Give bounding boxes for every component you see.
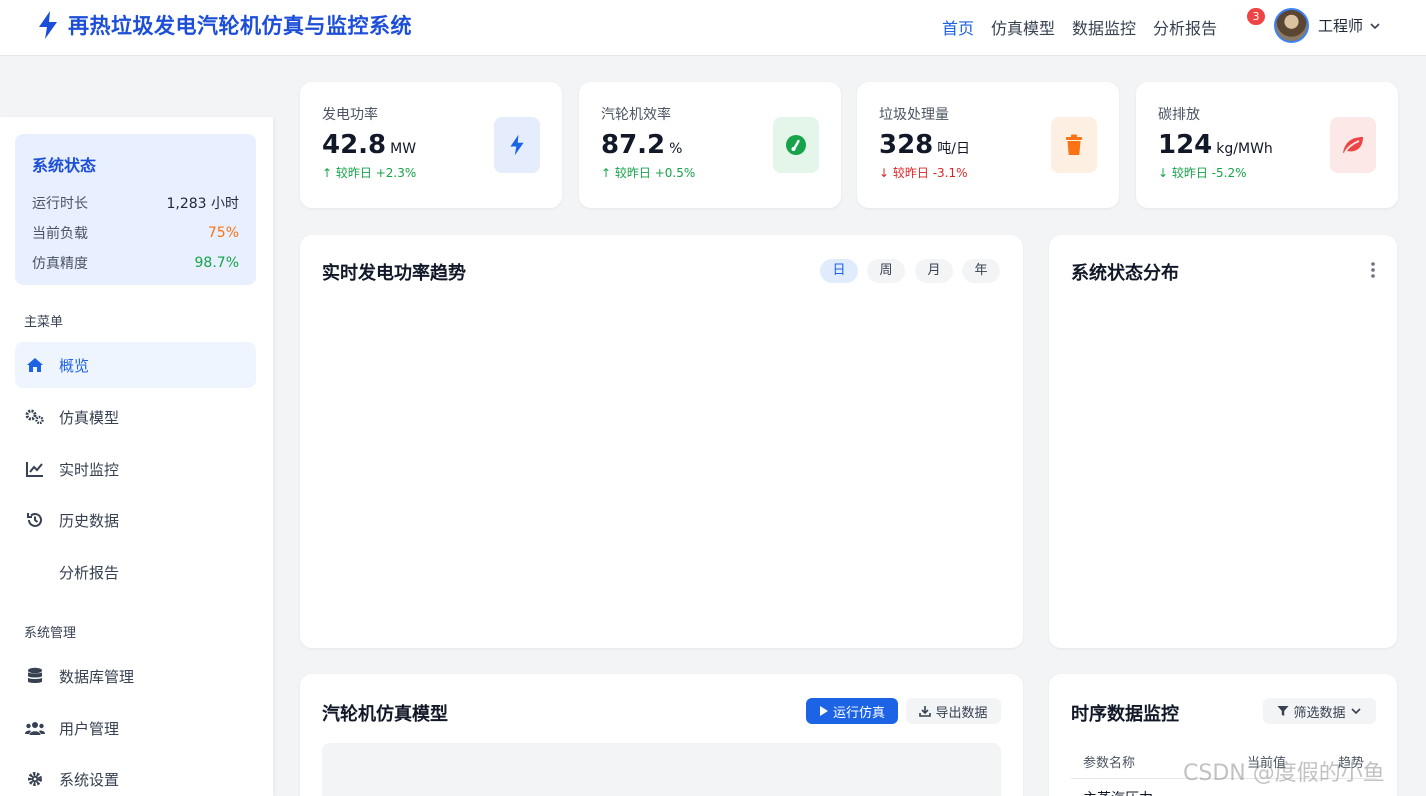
- stat-card-efficiency: 汽轮机效率 87.2% ↑ 较昨日 +0.5%: [579, 82, 841, 208]
- turbine-sim-panel: 汽轮机仿真模型 运行仿真 导出数据: [300, 674, 1023, 796]
- sidebar-item-label: 数据库管理: [59, 667, 135, 686]
- sidebar-item-sim-model[interactable]: 仿真模型: [15, 394, 256, 440]
- system-status-card: 系统状态 运行时长 1,283 小时 当前负载 75% 仿真精度 98.7%: [15, 134, 256, 285]
- chevron-down-icon: [1350, 708, 1361, 715]
- panel-title: 汽轮机仿真模型: [322, 704, 448, 725]
- watermark: CSDN @度假的小鱼: [1183, 761, 1385, 786]
- report-icon: [25, 562, 45, 582]
- panel-title: 实时发电功率趋势: [322, 263, 466, 284]
- stat-card-power: 发电功率 42.8 MW ↑ 较昨日 +2.3%: [300, 82, 562, 208]
- gauge-icon: [773, 117, 819, 173]
- sidebar-item-label: 历史数据: [59, 511, 120, 530]
- status-distribution-panel: 系统状态分布: [1049, 235, 1397, 648]
- sidebar-item-label: 仿真模型: [59, 408, 120, 427]
- app-title: 再热垃圾发电汽轮机仿真与监控系统: [68, 14, 412, 38]
- range-week-tab[interactable]: 周: [867, 259, 905, 283]
- stat-card-waste: 垃圾处理量 328 吨/日 ↓ 较昨日 -3.1%: [857, 82, 1119, 208]
- history-icon: [25, 510, 45, 530]
- sidebar-item-analysis-report[interactable]: 分析报告: [15, 549, 256, 595]
- sidebar-item-realtime-monitor[interactable]: 实时监控: [15, 446, 256, 492]
- stat-card-carbon: 碳排放 124 kg/MWh ↓ 较昨日 -5.2%: [1136, 82, 1398, 208]
- bolt-icon: [494, 117, 540, 173]
- status-label: 当前负载: [32, 226, 88, 242]
- status-title: 系统状态: [32, 156, 97, 175]
- sidebar-item-settings[interactable]: 系统设置: [15, 756, 256, 796]
- export-data-button[interactable]: 导出数据: [906, 698, 1001, 724]
- play-icon: [819, 706, 828, 716]
- status-value: 75%: [207, 225, 239, 241]
- nav-data-monitor[interactable]: 数据监控: [1072, 15, 1136, 39]
- more-vertical-icon[interactable]: [1369, 261, 1377, 279]
- users-icon: [25, 718, 45, 738]
- leaf-icon: [1330, 117, 1376, 173]
- column-header[interactable]: 参数名称: [1083, 752, 1135, 771]
- range-day-tab[interactable]: 日: [820, 259, 858, 283]
- panel-title: 系统状态分布: [1071, 263, 1179, 284]
- avatar[interactable]: [1274, 8, 1309, 43]
- nav-sim-model[interactable]: 仿真模型: [991, 15, 1055, 39]
- user-name: 工程师: [1318, 17, 1364, 35]
- sidebar-item-label: 系统设置: [59, 770, 120, 789]
- status-row-load: 当前负载 75%: [32, 218, 239, 248]
- app-logo[interactable]: 再热垃圾发电汽轮机仿真与监控系统: [36, 10, 412, 40]
- range-year-tab[interactable]: 年: [962, 259, 1000, 283]
- sidebar-item-users[interactable]: 用户管理: [15, 705, 256, 751]
- export-data-label: 导出数据: [935, 705, 988, 721]
- status-row-uptime: 运行时长 1,283 小时: [32, 188, 239, 218]
- status-value: 98.7%: [194, 255, 239, 271]
- run-simulation-button[interactable]: 运行仿真: [806, 698, 898, 724]
- top-nav: 首页 仿真模型 数据监控 分析报告: [942, 15, 1234, 39]
- nav-home[interactable]: 首页: [942, 15, 974, 39]
- range-month-tab[interactable]: 月: [915, 259, 953, 283]
- table-cell: 主蒸汽压力: [1083, 788, 1153, 796]
- download-icon: [919, 706, 932, 717]
- sidebar-item-overview[interactable]: 概览: [15, 342, 256, 388]
- database-icon: [25, 666, 45, 686]
- trash-icon: [1051, 117, 1097, 173]
- home-icon: [25, 355, 45, 375]
- sidebar-item-label: 实时监控: [59, 460, 120, 479]
- sidebar-item-history[interactable]: 历史数据: [15, 497, 256, 543]
- power-trend-panel: 实时发电功率趋势 日 周 月 年: [300, 235, 1023, 648]
- line-chart-icon: [25, 459, 45, 479]
- nav-analysis-report[interactable]: 分析报告: [1153, 15, 1217, 39]
- run-simulation-label: 运行仿真: [832, 705, 885, 721]
- sidebar-item-label: 概览: [59, 356, 90, 375]
- sidebar: 系统状态 运行时长 1,283 小时 当前负载 75% 仿真精度 98.7% 主…: [0, 117, 273, 796]
- notification-badge[interactable]: 3: [1247, 8, 1265, 25]
- sidebar-item-database[interactable]: 数据库管理: [15, 653, 256, 699]
- status-value: 1,283 小时: [166, 196, 239, 212]
- simulation-canvas: [322, 743, 1001, 796]
- status-label: 运行时长: [32, 196, 88, 212]
- status-row-accuracy: 仿真精度 98.7%: [32, 248, 239, 278]
- sidebar-item-label: 用户管理: [59, 719, 120, 738]
- system-menu-title: 系统管理: [24, 626, 77, 641]
- filter-icon: [1277, 706, 1289, 716]
- filter-data-button[interactable]: 筛选数据: [1263, 698, 1376, 724]
- status-label: 仿真精度: [32, 256, 88, 272]
- main-menu-title: 主菜单: [24, 315, 64, 330]
- user-menu[interactable]: 工程师: [1318, 15, 1381, 36]
- filter-data-label: 筛选数据: [1293, 705, 1346, 721]
- panel-title: 时序数据监控: [1071, 704, 1179, 725]
- cogs-icon: [25, 407, 45, 427]
- bolt-icon: [39, 11, 57, 39]
- sidebar-item-label: 分析报告: [59, 563, 120, 582]
- chevron-down-icon: [1370, 22, 1380, 29]
- gear-icon: [25, 769, 45, 789]
- top-header: 再热垃圾发电汽轮机仿真与监控系统 首页 仿真模型 数据监控 分析报告 3 工程师: [0, 0, 1426, 56]
